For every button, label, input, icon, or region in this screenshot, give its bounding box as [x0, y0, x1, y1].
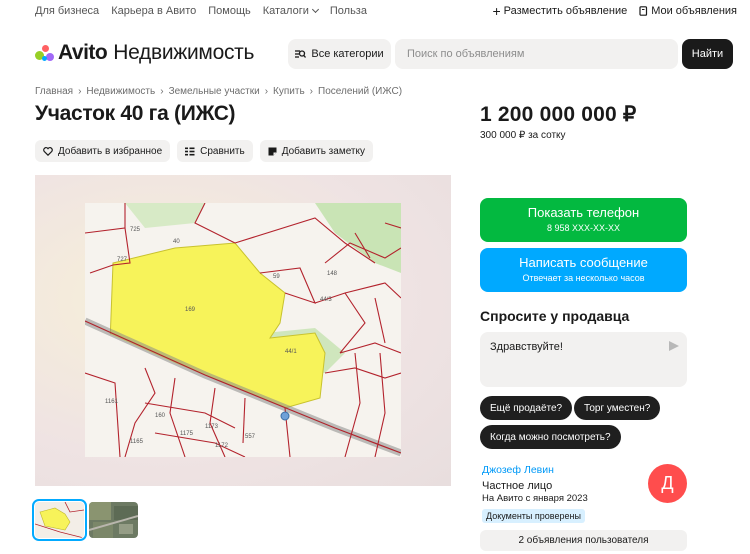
gallery-thumbnails [32, 499, 138, 541]
map-label: 160 [155, 413, 166, 419]
all-categories-button[interactable]: Все категории [288, 39, 391, 69]
quick-question-still-selling[interactable]: Ещё продаёте? [480, 396, 573, 420]
my-ads-link[interactable]: Мои объявления [639, 5, 737, 17]
compare-button[interactable]: Сравнить [177, 140, 253, 162]
seller-name[interactable]: Джозеф Левин [482, 464, 554, 476]
map-label: 727 [117, 257, 128, 263]
top-link-benefit[interactable]: Польза [330, 5, 367, 17]
top-link-help[interactable]: Помощь [208, 5, 251, 17]
map-label: 1161 [105, 399, 119, 405]
show-phone-button[interactable]: Показать телефон 8 958 XXX-XX-XX [480, 198, 687, 242]
logo-section: Недвижимость [113, 41, 255, 64]
quick-question-bargain[interactable]: Торг уместен? [574, 396, 661, 420]
compare-label: Сравнить [200, 145, 245, 157]
my-ads-label: Мои объявления [651, 5, 737, 17]
send-icon[interactable] [669, 341, 679, 351]
response-time: Отвечает за несколько часов [522, 273, 645, 283]
map-label: 148 [327, 271, 338, 277]
show-phone-label: Показать телефон [527, 205, 640, 220]
top-nav: Для бизнеса Карьера в Авито Помощь Катал… [35, 5, 367, 17]
map-label: 1172 [215, 443, 229, 449]
photo-gallery[interactable]: 725 727 40 59 44/3 44/1 148 169 557 160 … [35, 175, 451, 486]
document-icon [639, 6, 648, 16]
write-message-label: Написать сообщение [519, 255, 648, 270]
logo-dots-icon [35, 44, 54, 62]
documents-verified-badge: Документы проверены [482, 509, 585, 523]
note-icon [268, 147, 277, 155]
map-label: 44/1 [285, 349, 297, 355]
compare-icon [185, 147, 195, 155]
breadcrumb-izhs[interactable]: Поселений (ИЖС) [318, 86, 402, 97]
phone-masked: 8 958 XXX-XX-XX [546, 223, 621, 233]
thumbnail-satellite[interactable] [89, 502, 138, 538]
plus-icon: + [492, 3, 501, 19]
breadcrumb-land[interactable]: Земельные участки [169, 86, 260, 97]
listing-actions: Добавить в избранное Сравнить Добавить з… [35, 140, 373, 162]
map-label: 725 [130, 227, 141, 233]
breadcrumb-separator: › [78, 86, 82, 97]
all-categories-label: Все категории [311, 48, 384, 60]
map-label: 1165 [130, 439, 144, 445]
post-ad-link[interactable]: + Разместить объявление [492, 3, 628, 19]
map-label: 169 [185, 307, 196, 313]
seller-type: Частное лицо [482, 480, 553, 492]
add-to-favorites-button[interactable]: Добавить в избранное [35, 140, 171, 162]
top-link-business[interactable]: Для бизнеса [35, 5, 99, 17]
top-link-catalogs-label: Каталоги [262, 5, 309, 17]
top-link-catalogs[interactable]: Каталоги [262, 5, 319, 17]
breadcrumb-home[interactable]: Главная [35, 86, 73, 97]
breadcrumb-separator: › [309, 86, 313, 97]
find-button[interactable]: Найти [682, 39, 733, 69]
map-label: 40 [173, 239, 180, 245]
breadcrumb: Главная › Недвижимость › Земельные участки… [35, 86, 402, 97]
chevron-down-icon [311, 5, 319, 14]
seller-since: На Авито с января 2023 [482, 493, 588, 504]
map-label: 44/3 [320, 297, 332, 303]
map-label: 1175 [180, 431, 194, 437]
write-message-button[interactable]: Написать сообщение Отвечает за несколько… [480, 248, 687, 292]
ask-message-text: Здравствуйте! [490, 341, 563, 353]
price: 1 200 000 000 ₽ [480, 103, 637, 126]
thumbnail-map[interactable] [32, 499, 87, 541]
ask-seller-heading: Спросите у продавца [480, 308, 630, 324]
map-label: 59 [273, 274, 280, 280]
breadcrumb-separator: › [264, 86, 269, 97]
heart-icon [43, 146, 53, 156]
price-per-unit: 300 000 ₽ за сотку [480, 130, 566, 141]
avito-logo[interactable]: Avito Недвижимость [35, 41, 254, 65]
categories-search-icon [295, 50, 307, 58]
avatar[interactable]: Д [648, 464, 687, 503]
map-label: 1173 [205, 424, 219, 430]
search-input[interactable]: Поиск по объявлениям [395, 39, 678, 69]
favorite-label: Добавить в избранное [58, 145, 163, 157]
seller-ads-count-button[interactable]: 2 объявления пользователя [480, 530, 687, 551]
breadcrumb-separator: › [160, 86, 164, 97]
top-right-nav: + Разместить объявление Мои объявления [492, 3, 737, 19]
top-link-career[interactable]: Карьера в Авито [111, 5, 196, 17]
logo-text: Avito [58, 41, 108, 64]
post-ad-label: Разместить объявление [503, 5, 628, 17]
note-label: Добавить заметку [281, 145, 365, 157]
cadastral-map-image[interactable]: 725 727 40 59 44/3 44/1 148 169 557 160 … [85, 203, 401, 457]
quick-question-when-view[interactable]: Когда можно посмотреть? [480, 425, 621, 449]
map-label: 557 [245, 434, 256, 440]
ask-message-input[interactable]: Здравствуйте! [480, 332, 687, 387]
breadcrumb-realty[interactable]: Недвижимость [86, 86, 155, 97]
page-title: Участок 40 га (ИЖС) [35, 102, 236, 125]
breadcrumb-buy[interactable]: Купить [273, 86, 305, 97]
add-note-button[interactable]: Добавить заметку [259, 140, 373, 162]
cadastral-map-drawing: 725 727 40 59 44/3 44/1 148 169 557 160 … [85, 203, 401, 457]
